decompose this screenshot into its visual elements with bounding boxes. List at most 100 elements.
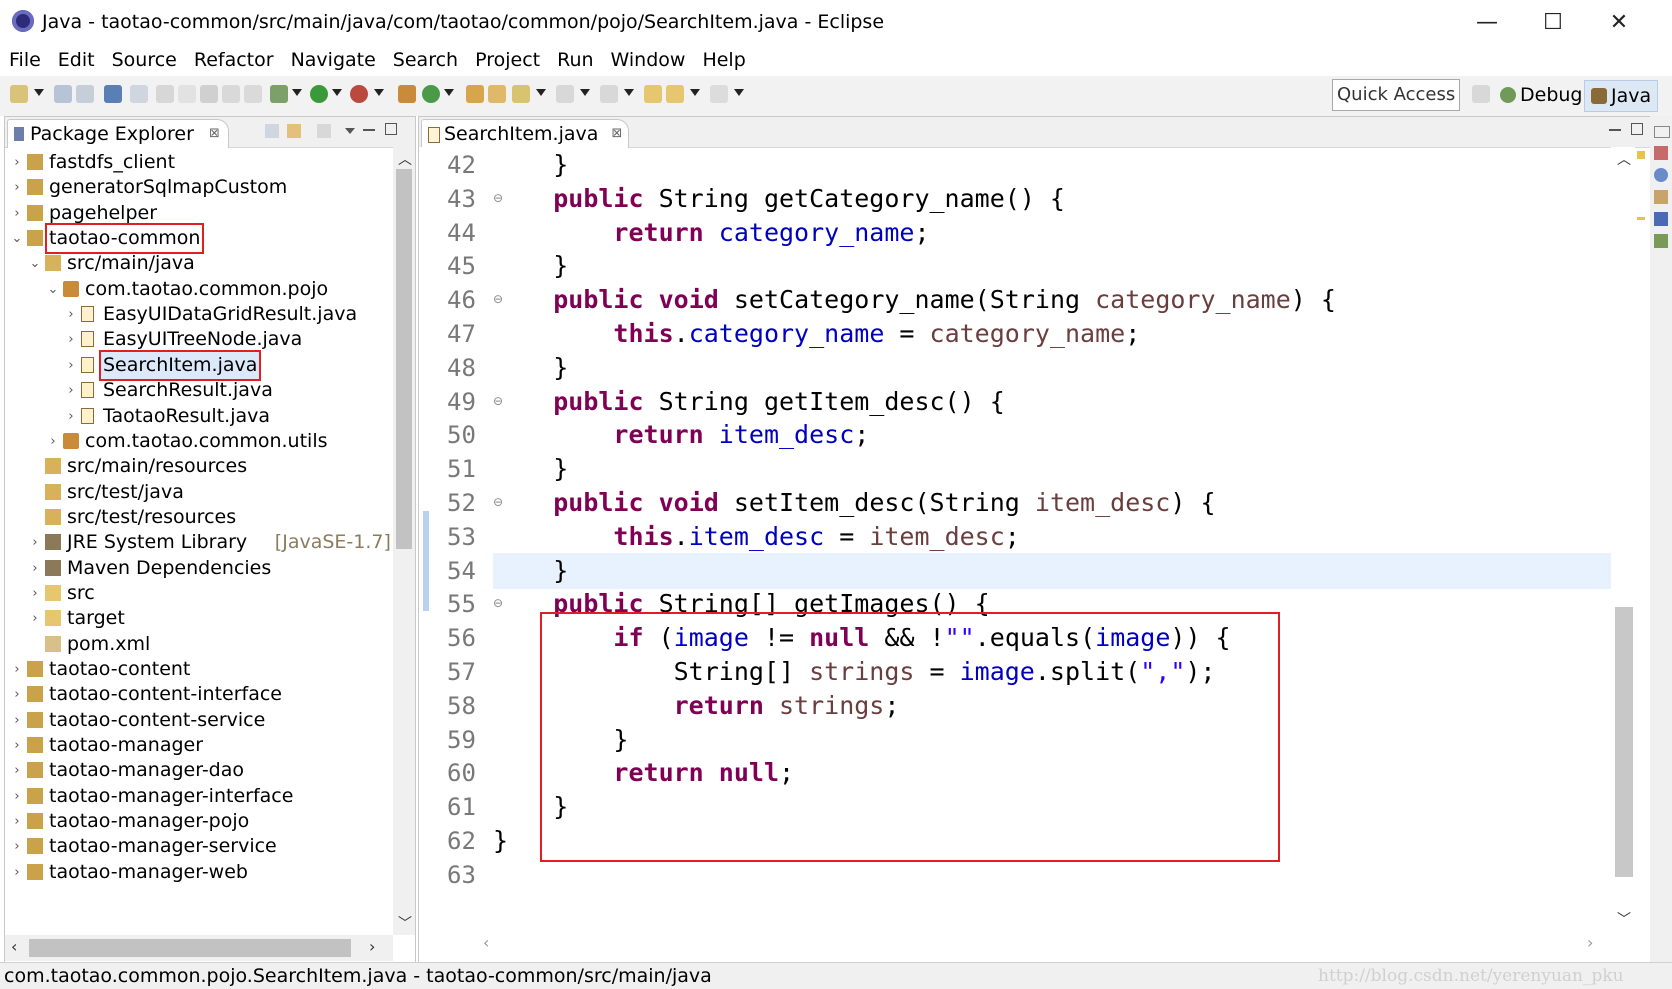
maximize-editor-icon[interactable] xyxy=(1631,123,1643,135)
tool-icon[interactable] xyxy=(178,85,196,103)
tree-item[interactable]: ⌄ src/main/java xyxy=(5,250,393,277)
chevron-right-icon[interactable]: › xyxy=(29,605,41,632)
minimize-editor-icon[interactable] xyxy=(1609,129,1621,131)
build-icon[interactable] xyxy=(156,85,174,103)
hierarchy-icon[interactable] xyxy=(1654,146,1668,160)
menu-run[interactable]: Run xyxy=(548,44,601,76)
scroll-left-icon[interactable]: ‹ xyxy=(11,937,17,956)
search-icon[interactable] xyxy=(512,85,530,103)
code-line[interactable]: } xyxy=(493,552,1611,589)
chevron-right-icon[interactable]: › xyxy=(11,783,23,810)
tree-item[interactable]: › SearchResult.java xyxy=(5,377,393,404)
code-line[interactable]: } xyxy=(493,147,1611,183)
chevron-down-icon[interactable] xyxy=(292,89,302,96)
chevron-down-icon[interactable] xyxy=(690,89,700,96)
code-line[interactable]: } xyxy=(493,248,1611,284)
editor-horizontal-scrollbar[interactable] xyxy=(419,931,1611,959)
chevron-down-icon[interactable]: ⌄ xyxy=(47,276,59,303)
chevron-down-icon[interactable] xyxy=(444,89,454,96)
tree-item[interactable]: › taotao-manager xyxy=(5,732,393,759)
chevron-right-icon[interactable]: › xyxy=(11,656,23,683)
chevron-right-icon[interactable]: › xyxy=(11,833,23,860)
scroll-up-icon[interactable]: ︿ xyxy=(1617,149,1631,169)
tree-item[interactable]: › fastdfs_client xyxy=(5,149,393,176)
chevron-right-icon[interactable]: › xyxy=(11,200,23,227)
chevron-right-icon[interactable]: › xyxy=(29,555,41,582)
package-explorer-tab[interactable]: Package Explorer ⊠ xyxy=(7,119,229,148)
close-icon[interactable]: ⊠ xyxy=(611,120,622,148)
chevron-right-icon[interactable]: › xyxy=(11,149,23,176)
code-line[interactable]: } xyxy=(493,451,1611,487)
view-menu-icon[interactable] xyxy=(345,128,355,134)
maximize-button[interactable]: ☐ xyxy=(1520,0,1586,44)
maximize-view-icon[interactable] xyxy=(385,123,397,135)
chevron-right-icon[interactable]: › xyxy=(65,403,77,430)
tree-item[interactable]: › target xyxy=(5,605,393,632)
code-line[interactable]: this.category_name = category_name; xyxy=(493,316,1611,352)
tree-item[interactable]: › taotao-content-service xyxy=(5,707,393,734)
save-all-icon[interactable] xyxy=(76,85,94,103)
scroll-right-icon[interactable]: › xyxy=(369,937,375,956)
restore-icon[interactable] xyxy=(1654,126,1670,138)
close-icon[interactable]: ⊠ xyxy=(209,120,220,148)
chevron-down-icon[interactable] xyxy=(734,89,744,96)
tree-item[interactable]: › taotao-manager-web xyxy=(5,859,393,886)
tree-item[interactable]: › generatorSqlmapCustom xyxy=(5,174,393,201)
chevron-down-icon[interactable] xyxy=(624,89,634,96)
back-icon[interactable] xyxy=(666,85,684,103)
tool-icon[interactable] xyxy=(222,85,240,103)
tool-icon[interactable] xyxy=(244,85,262,103)
scroll-down-icon[interactable]: ﹀ xyxy=(1617,909,1631,929)
chevron-down-icon[interactable] xyxy=(536,89,546,96)
scroll-right-icon[interactable]: › xyxy=(1587,933,1593,952)
chevron-right-icon[interactable]: › xyxy=(11,808,23,835)
chevron-right-icon[interactable]: › xyxy=(47,428,59,455)
new-icon[interactable] xyxy=(10,85,28,103)
chevron-right-icon[interactable]: › xyxy=(29,580,41,607)
new-package-icon[interactable] xyxy=(398,85,416,103)
code-line[interactable]: return item_desc; xyxy=(493,417,1611,453)
terminal-icon[interactable] xyxy=(104,85,122,103)
tree-item[interactable]: › src xyxy=(5,580,393,607)
chevron-down-icon[interactable]: ⌄ xyxy=(29,250,41,277)
chevron-right-icon[interactable]: › xyxy=(11,859,23,886)
collapse-all-icon[interactable] xyxy=(265,124,279,138)
open-folder-icon[interactable] xyxy=(488,85,506,103)
tree-item[interactable]: ⌄ taotao-common xyxy=(5,223,393,255)
tree-item[interactable]: src/test/resources xyxy=(5,504,393,531)
minimize-button[interactable]: — xyxy=(1454,0,1520,44)
code-line[interactable]: public void setCategory_name(String cate… xyxy=(493,282,1611,318)
chevron-down-icon[interactable] xyxy=(34,89,44,96)
overview-marker[interactable] xyxy=(1637,217,1645,220)
menu-refactor[interactable]: Refactor xyxy=(185,44,282,76)
tree-item[interactable]: ⌄ com.taotao.common.pojo xyxy=(5,276,393,303)
tree-item[interactable]: › JRE System Library [JavaSE-1.7] xyxy=(5,529,393,556)
code-line[interactable]: return category_name; xyxy=(493,215,1611,251)
chevron-right-icon[interactable]: › xyxy=(11,707,23,734)
view-settings-icon[interactable] xyxy=(317,124,331,138)
chevron-down-icon[interactable] xyxy=(332,89,342,96)
code-line[interactable]: } xyxy=(493,350,1611,386)
scroll-down-icon[interactable]: ﹀ xyxy=(398,913,412,933)
debug-icon[interactable] xyxy=(270,85,288,103)
code-line[interactable]: public String getCategory_name() { xyxy=(493,181,1611,217)
tree-item[interactable]: › SearchItem.java xyxy=(5,349,393,381)
close-window-button[interactable]: ✕ xyxy=(1586,0,1652,44)
console-icon[interactable] xyxy=(1654,212,1668,226)
save-icon[interactable] xyxy=(54,85,72,103)
external-tools-icon[interactable] xyxy=(350,85,368,103)
run-icon[interactable] xyxy=(310,85,328,103)
package-tree-scroll-thumb[interactable] xyxy=(396,169,412,549)
junit-icon[interactable] xyxy=(1654,234,1668,248)
last-edit-icon[interactable] xyxy=(644,85,662,103)
tree-item[interactable]: pom.xml xyxy=(5,631,393,658)
code-line[interactable] xyxy=(493,857,1611,893)
tool-icon[interactable] xyxy=(200,85,218,103)
menu-project[interactable]: Project xyxy=(466,44,548,76)
editor-scroll-thumb[interactable] xyxy=(1615,607,1633,877)
chevron-right-icon[interactable]: › xyxy=(11,757,23,784)
chevron-right-icon[interactable]: › xyxy=(65,326,77,353)
code-line[interactable]: this.item_desc = item_desc; xyxy=(493,519,1611,555)
chevron-down-icon[interactable] xyxy=(580,89,590,96)
tree-item[interactable]: src/main/resources xyxy=(5,453,393,480)
